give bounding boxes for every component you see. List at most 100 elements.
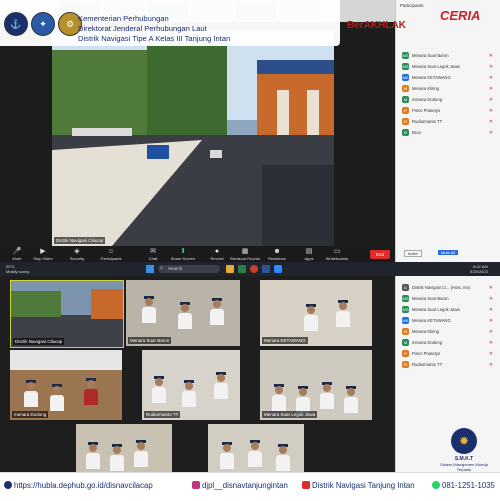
footer-whatsapp[interactable]: 081-1251-1035 — [432, 481, 495, 490]
ceria-logo: CERIA — [440, 8, 481, 23]
gallery-tile[interactable] — [208, 424, 304, 472]
muted-mic-icon[interactable]: ✕ — [489, 318, 493, 324]
logo-group: ⚓ ✦ ⚙ — [4, 12, 82, 36]
toolbar-security-button[interactable]: ◈ Security — [62, 248, 92, 261]
excel-icon[interactable] — [238, 265, 246, 273]
toolbar-breakout-rooms-button[interactable]: ▦ Breakout Rooms — [230, 248, 260, 261]
muted-mic-icon[interactable]: ✕ — [489, 86, 493, 92]
toolbar-reactions-button[interactable]: ☻ Reactions — [262, 248, 292, 261]
gallery-tile[interactable]: Distrik Navigasi Cilacap — [10, 280, 124, 348]
participant-row[interactable]: MK Menara KETAWANG ✕ — [396, 72, 500, 83]
participant-row[interactable]: R Rudiarmanto TT ✕ — [396, 116, 500, 127]
taskbar-search[interactable]: Search — [158, 265, 220, 273]
word-icon[interactable] — [262, 265, 270, 273]
smkt-subtitle: Sistem Manajemen Kinerja Terpadu — [440, 462, 488, 472]
participant-avatar: MS — [402, 52, 409, 59]
participant-row[interactable]: MS Menara Suar Baron ✕ — [396, 50, 500, 61]
participant-avatar: MS — [402, 306, 409, 313]
participant-name: Menara Suar Baron — [412, 296, 449, 301]
grid-icon: ▦ — [241, 248, 249, 255]
participant-row[interactable]: MS Menara Suar Legok Jawa ✕ — [396, 304, 500, 315]
participant-name: Rudiarmanto TT — [412, 119, 443, 124]
participant-row[interactable]: M Menara Kliring ✕ — [396, 326, 500, 337]
muted-mic-icon[interactable]: ✕ — [489, 362, 493, 368]
smile-icon: ☻ — [273, 248, 281, 255]
gallery-tile[interactable]: Menara Suar Baron — [126, 280, 240, 346]
toolbar-whiteboards-button[interactable]: ▭ Whiteboards — [322, 248, 352, 261]
participant-name: menara Dodong — [412, 97, 443, 102]
invite-button[interactable]: Invite — [404, 250, 422, 257]
participant-avatar: MS — [402, 295, 409, 302]
participant-avatar: P — [402, 107, 409, 114]
muted-mic-icon[interactable]: ✕ — [489, 53, 493, 59]
main-video[interactable]: Distrik Navigasi Cilacap — [52, 30, 334, 246]
gallery-tile[interactable]: Menara KETAWANG — [260, 280, 372, 346]
youtube-icon — [302, 481, 310, 489]
muted-mic-icon[interactable]: ✕ — [489, 119, 493, 125]
chrome-icon[interactable] — [250, 265, 258, 273]
toolbar-stop-video-button[interactable]: ▶ Stop Video — [28, 248, 58, 261]
muted-mic-icon[interactable]: ✕ — [489, 75, 493, 81]
participant-row[interactable]: M Menara Kliring ✕ — [396, 83, 500, 94]
mute-all-button[interactable]: Mute All — [438, 250, 459, 255]
toolbar-label: Chat — [148, 256, 158, 261]
tile-label: Distrik Navigasi Cilacap — [13, 338, 65, 345]
muted-mic-icon[interactable]: ✕ — [489, 97, 493, 103]
weather-widget[interactable]: 29°C Mostly sunny — [6, 264, 29, 274]
toolbar-label: Mute — [12, 256, 22, 261]
participant-avatar: R — [402, 118, 409, 125]
toolbar-share-screen-button[interactable]: ⬆ Share Screen — [168, 248, 198, 261]
participant-name: Pinco Prasetyo — [412, 108, 441, 113]
participant-row[interactable]: D Distrik Navigasi Ci... (Host, me) ✕ — [396, 282, 500, 293]
participant-row[interactable]: MK Menara KETAWANG ✕ — [396, 315, 500, 326]
footer-instagram[interactable]: djpl__disnavtanjungintan — [192, 481, 288, 490]
muted-mic-icon[interactable]: ✕ — [489, 340, 493, 346]
muted-mic-icon[interactable]: ✕ — [489, 108, 493, 114]
toolbar-label: Stop Video — [33, 256, 53, 261]
participant-row[interactable]: P Pinco Prasetyo ✕ — [396, 348, 500, 359]
end-meeting-button[interactable]: End — [370, 250, 390, 259]
whiteboard-icon: ▭ — [333, 248, 341, 255]
participant-row[interactable]: MS Menara Suar Baron ✕ — [396, 293, 500, 304]
weather-desc: Mostly sunny — [6, 269, 30, 274]
footer-youtube[interactable]: Distrik Navigasi Tanjung Intan — [302, 481, 415, 490]
muted-mic-icon[interactable]: ✕ — [489, 64, 493, 70]
participant-avatar: M — [402, 328, 409, 335]
toolbar-participants-button[interactable]: ☺ Participants — [96, 248, 126, 261]
participant-row[interactable]: B Bruo ✕ — [396, 127, 500, 138]
gallery-tile[interactable]: menara Dodong — [10, 350, 122, 420]
participant-row[interactable]: Mmenara Dodong ✕ — [396, 94, 500, 105]
participant-row[interactable]: R Rudiarmanto TT ✕ — [396, 359, 500, 370]
participant-name: Menara Kliring — [412, 329, 439, 334]
muted-mic-icon[interactable]: ✕ — [489, 285, 493, 291]
gallery-tile[interactable] — [76, 424, 172, 472]
file-explorer-icon[interactable] — [226, 265, 234, 273]
participant-avatar: B — [402, 129, 409, 136]
muted-mic-icon[interactable]: ✕ — [489, 351, 493, 357]
toolbar-apps-button[interactable]: ▤ Apps — [294, 248, 324, 261]
shield-icon: ◈ — [74, 248, 80, 255]
windows-start-icon[interactable] — [146, 265, 154, 273]
participant-name: menara Dodong — [412, 340, 443, 345]
muted-mic-icon[interactable]: ✕ — [489, 296, 493, 302]
toolbar-label: Reactions — [268, 256, 286, 261]
participant-row[interactable]: P Pinco Prasetyo ✕ — [396, 105, 500, 116]
toolbar-record-button[interactable]: ● Record — [202, 248, 232, 261]
participant-name: Menara KETAWANG — [412, 75, 451, 80]
gallery-tile[interactable]: Rudiarmanto TT — [142, 350, 240, 420]
muted-mic-icon[interactable]: ✕ — [489, 130, 493, 136]
muted-mic-icon[interactable]: ✕ — [489, 329, 493, 335]
toolbar-label: Record — [210, 256, 224, 261]
whatsapp-icon — [432, 481, 440, 489]
toolbar-chat-button[interactable]: ✉ Chat — [138, 248, 168, 261]
participant-row[interactable]: MS Menara Suar Legok Jawa ✕ — [396, 61, 500, 72]
gallery-tile[interactable]: Menara Suar Legok Jawa — [260, 350, 372, 420]
record-icon: ● — [214, 248, 220, 255]
footer-website[interactable]: https://hubla.dephub.go.id/disnavcilacap — [4, 481, 153, 490]
tile-label: Menara Suar Baron — [128, 337, 172, 344]
muted-mic-icon[interactable]: ✕ — [489, 307, 493, 313]
header-title: Kementerian Perhubungan Direktorat Jende… — [78, 14, 230, 44]
participant-row[interactable]: Mmenara Dodong ✕ — [396, 337, 500, 348]
zoom-app-icon[interactable] — [274, 265, 282, 273]
video-name-label: Distrik Navigasi Cilacap — [54, 237, 106, 244]
